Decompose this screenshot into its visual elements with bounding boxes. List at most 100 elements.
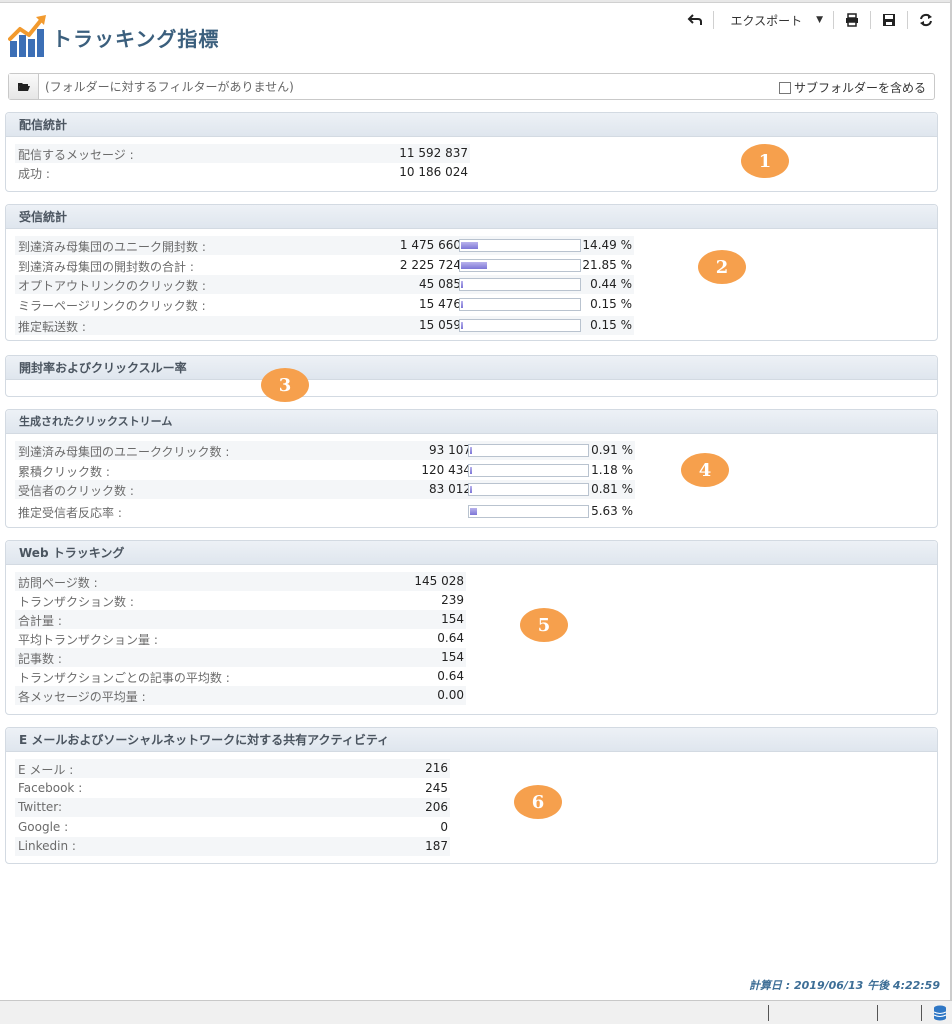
percent-value: 14.49 %: [582, 238, 632, 252]
percent-bar-fill: [470, 466, 472, 474]
section-title: 生成されたクリックストリーム: [6, 410, 937, 434]
percent-bar: [459, 297, 581, 311]
percent-value: 5.63 %: [591, 503, 633, 518]
stat-label: 訪問ページ数 :: [18, 576, 98, 590]
percent-value: 0.15 %: [590, 296, 632, 311]
stat-value: 2 225 724: [399, 257, 461, 272]
stat-row: Linkedin : 187: [15, 837, 450, 856]
stat-label: 推定転送数 :: [18, 320, 86, 334]
social-sharing-section: E メールおよびソーシャルネットワークに対する共有アクティビティ E メール :…: [5, 727, 938, 864]
percent-value: 0.81 %: [591, 482, 633, 496]
stat-label: 各メッセージの平均量 :: [18, 690, 146, 704]
stat-row: 訪問ページ数 : 145 028: [15, 572, 466, 591]
include-subfolders-checkbox[interactable]: [778, 81, 791, 94]
stat-label: 受信者のクリック数 :: [18, 484, 134, 498]
stat-value: 0: [440, 819, 448, 834]
export-label: エクスポート: [730, 13, 803, 28]
stat-value: 11 592 837: [399, 146, 468, 160]
percent-value: 1.18 %: [591, 462, 633, 477]
stat-value: 154: [441, 650, 464, 664]
percent-bar: [459, 278, 581, 291]
status-divider: [768, 1005, 769, 1021]
callout-marker-6: 6: [514, 785, 562, 819]
web-tracking-section: Web トラッキング 訪問ページ数 : 145 028 トランザクション数 : 239…: [5, 540, 938, 715]
callout-marker-1: 1: [741, 144, 789, 178]
percent-bar: [468, 504, 589, 518]
percent-bar-fill: [470, 486, 472, 493]
delivery-stats-section: 配信統計 配信するメッセージ : 11 592 837 成功 : 10 186 …: [5, 112, 938, 192]
percent-bar: [459, 319, 581, 332]
stat-label: 配信するメッセージ :: [18, 148, 134, 162]
stat-label: 合計量 :: [18, 614, 62, 628]
folder-button[interactable]: [9, 74, 39, 99]
stat-value: 120 434: [421, 462, 471, 477]
toolbar-separator: [907, 11, 908, 29]
stat-label: Google :: [18, 819, 69, 834]
stat-row: 推定受信者反応率 : 5.63 %: [15, 502, 635, 521]
percent-bar-fill: [470, 507, 477, 515]
stat-value: 15 476: [419, 296, 461, 311]
stat-row: 累積クリック数 : 120 434 1.18 %: [15, 461, 635, 480]
stat-value: 239: [441, 593, 464, 607]
toolbar-separator: [833, 11, 834, 29]
stat-row: 各メッセージの平均量 : 0.00: [15, 686, 466, 705]
percent-bar-fill: [461, 322, 463, 329]
reception-stats-section: 受信統計 到達済み母集団のユニーク開封数 :1 475 660 14.49 % 到達…: [5, 204, 938, 341]
percent-bar-fill: [461, 261, 487, 269]
stat-row: トランザクションごとの記事の平均数 : 0.64: [15, 667, 466, 686]
stat-row: ミラーページリンクのクリック数 : 15 476 0.15 %: [15, 295, 634, 314]
stat-row: 合計量 : 154: [15, 610, 466, 629]
filter-status-text: (フォルダーに対するフィルターがありません): [45, 80, 294, 94]
stat-value: 15 059: [419, 318, 461, 332]
stat-row: 成功 : 10 186 024: [15, 163, 470, 182]
callout-marker-3: 3: [261, 368, 309, 402]
toolbar-separator: [870, 11, 871, 29]
stat-value: 0.64: [437, 669, 464, 683]
open-click-rate-section: 開封率およびクリックスルー率: [5, 355, 938, 397]
stat-label: 到達済み母集団のユニーククリック数 :: [18, 445, 230, 459]
stat-label: ミラーページリンクのクリック数 :: [18, 298, 206, 313]
stat-value: 83 012: [429, 482, 471, 496]
stat-label: Facebook :: [18, 780, 83, 795]
percent-bar: [459, 258, 581, 272]
stat-value: 10 186 024: [399, 165, 468, 179]
stat-row: 平均トランザクション量 : 0.64: [15, 629, 466, 648]
stat-value: 206: [425, 800, 448, 814]
status-bar: [0, 1000, 952, 1024]
page-header: トラッキング指標 エクスポート ▼: [0, 3, 950, 69]
stat-value: 1 475 660: [399, 238, 461, 252]
refresh-icon[interactable]: [914, 9, 938, 31]
section-title: 受信統計: [6, 205, 937, 229]
status-divider: [877, 1005, 878, 1021]
stat-label: 推定受信者反応率 :: [18, 505, 122, 520]
percent-bar-fill: [461, 242, 478, 249]
stat-label: 平均トランザクション量 :: [18, 633, 158, 647]
folder-filter-bar: (フォルダーに対するフィルターがありません) サブフォルダーを含める: [8, 73, 935, 100]
percent-bar: [468, 483, 589, 496]
percent-value: 0.44 %: [590, 277, 632, 291]
section-title: E メールおよびソーシャルネットワークに対する共有アクティビティ: [6, 728, 937, 752]
clickstream-section: 生成されたクリックストリーム 到達済み母集団のユニーククリック数 : 93 107…: [5, 409, 938, 528]
stat-label: トランザクション数 :: [18, 595, 134, 609]
stat-label: Linkedin :: [18, 839, 76, 853]
save-icon[interactable]: [877, 9, 901, 31]
percent-value: 21.85 %: [582, 257, 632, 272]
stat-label: オプトアウトリンクのクリック数 :: [18, 279, 206, 293]
stat-row: トランザクション数 : 239: [15, 591, 466, 610]
percent-bar: [459, 239, 581, 252]
percent-bar-fill: [470, 447, 472, 454]
section-title: 開封率およびクリックスルー率: [6, 356, 937, 380]
toolbar: エクスポート ▼: [683, 9, 938, 31]
stat-row: E メール : 216: [15, 759, 450, 778]
include-subfolders-toggle[interactable]: サブフォルダーを含める: [778, 79, 926, 96]
section-title: 配信統計: [6, 113, 937, 137]
export-dropdown[interactable]: エクスポート ▼: [720, 12, 827, 29]
database-icon: [932, 1004, 948, 1024]
stat-row: 記事数 : 154: [15, 648, 466, 667]
stat-label: トランザクションごとの記事の平均数 :: [18, 671, 230, 685]
stat-label: 成功 :: [18, 167, 50, 181]
back-arrow-icon[interactable]: [683, 9, 707, 31]
print-icon[interactable]: [840, 9, 864, 31]
percent-bar-fill: [461, 300, 463, 308]
stat-value: 145 028: [414, 574, 464, 588]
